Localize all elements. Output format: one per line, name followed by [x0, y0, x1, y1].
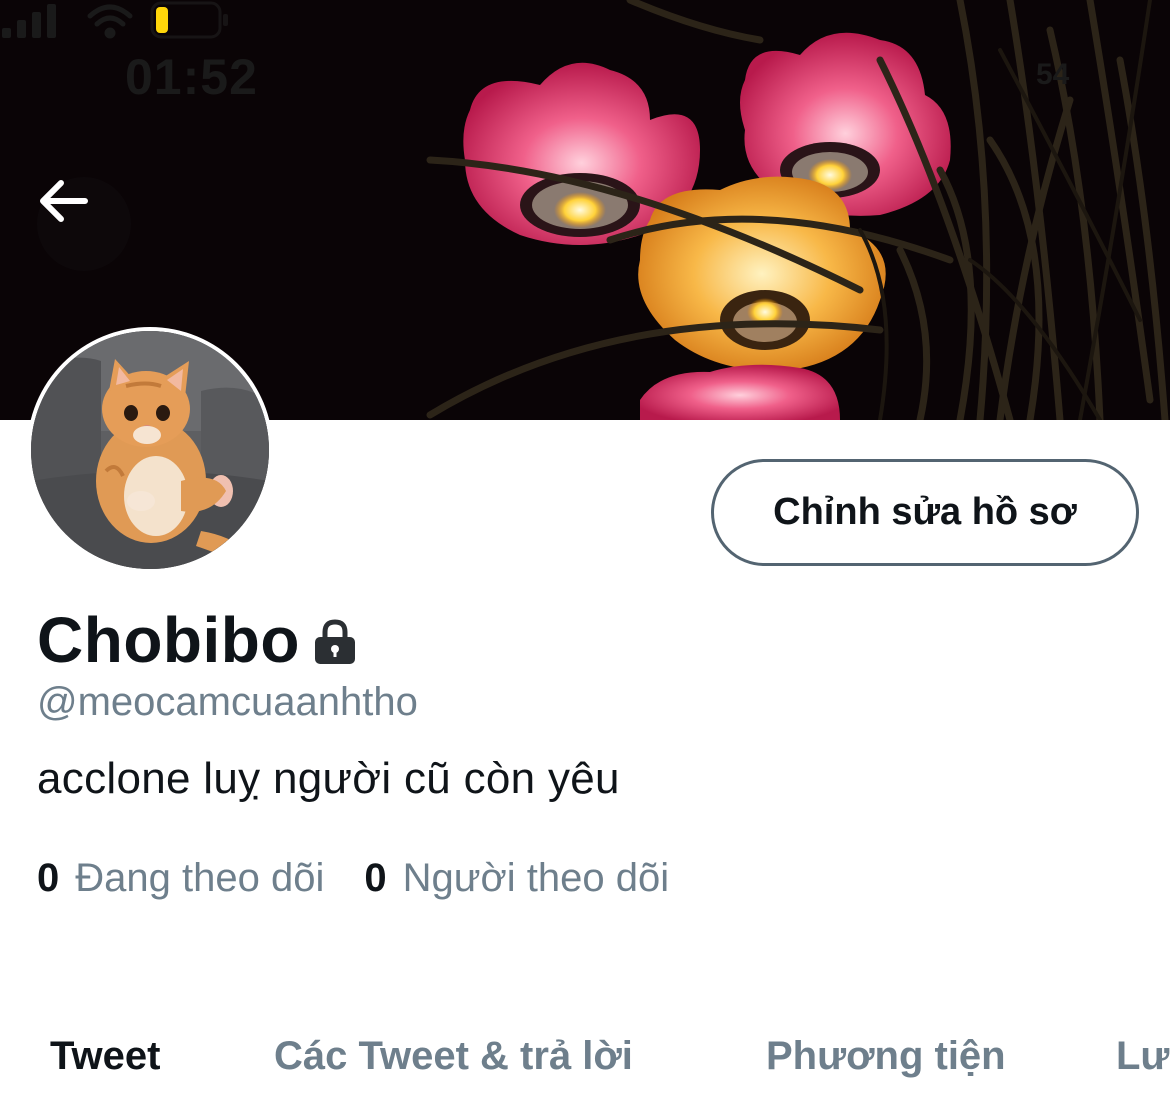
- cellular-signal-icon: [2, 4, 56, 38]
- avatar[interactable]: [27, 327, 273, 573]
- back-button[interactable]: [37, 177, 131, 271]
- display-name-row: Chobibo: [37, 602, 358, 678]
- edit-profile-button[interactable]: Chỉnh sửa hồ sơ: [711, 459, 1139, 566]
- username-handle: @meocamcuaanhtho: [37, 680, 418, 724]
- tab-tweets[interactable]: Tweet: [50, 1034, 160, 1079]
- status-bar-time: 01:52: [125, 49, 258, 105]
- tab-media[interactable]: Phương tiện: [766, 1034, 1006, 1079]
- tab-likes[interactable]: Lượt thích: [1116, 1034, 1170, 1079]
- kitten-photo: [31, 331, 269, 569]
- lock-icon: [314, 619, 355, 664]
- profile-bio: acclone luỵ người cũ còn yêu: [37, 754, 620, 803]
- following-link[interactable]: 0 Đang theo dõi: [37, 856, 324, 901]
- followers-link[interactable]: 0 Người theo dõi: [364, 856, 669, 901]
- arrow-left-icon: [40, 180, 88, 222]
- followers-count: 0: [364, 856, 387, 900]
- follow-stats: 0 Đang theo dõi 0 Người theo dõi: [37, 856, 669, 901]
- wifi-icon: [87, 4, 133, 39]
- profile-tabs: Tweet Các Tweet & trả lời Phương tiện Lư…: [0, 1030, 1170, 1103]
- profile-page: 01:52 54 Chỉnh sửa hồ sơ Chobibo @meocam…: [0, 0, 1170, 1103]
- battery-icon: [150, 1, 228, 39]
- tab-tweets-and-replies[interactable]: Các Tweet & trả lời: [274, 1034, 633, 1079]
- following-count: 0: [37, 856, 60, 900]
- status-bar-icons: [2, 1, 228, 39]
- following-label: Đang theo dõi: [75, 856, 325, 900]
- display-name: Chobibo: [37, 604, 300, 676]
- followers-label: Người theo dõi: [402, 856, 670, 900]
- battery-level: 54: [1036, 58, 1070, 91]
- avatar-image: [31, 331, 269, 569]
